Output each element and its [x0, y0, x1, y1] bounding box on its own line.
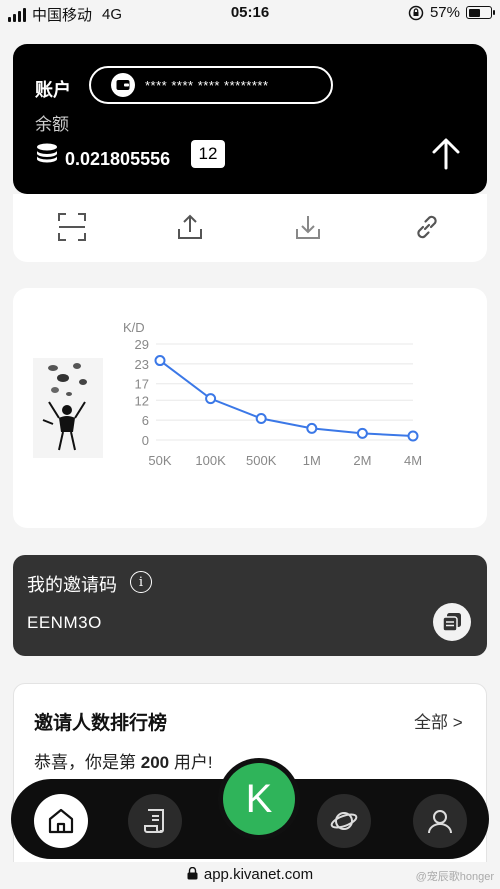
nav-home[interactable]	[34, 794, 88, 848]
balance-badge: 12	[191, 140, 225, 168]
balance-value: 0.021805556	[65, 149, 171, 169]
link-button[interactable]	[410, 210, 444, 244]
invite-title: 我的邀请码	[27, 575, 117, 595]
invite-code: EENM3O	[27, 613, 102, 632]
data-point	[255, 412, 267, 424]
y-tick-label: 0	[142, 433, 149, 448]
profile-icon	[428, 810, 452, 834]
download-icon	[296, 216, 320, 239]
y-tick-label: 23	[135, 357, 149, 372]
battery-icon	[466, 6, 495, 19]
url-text: app.kivanet.com	[203, 866, 314, 883]
wallet-icon	[111, 73, 135, 97]
rank-number: 200	[140, 753, 170, 772]
y-tick-label: 17	[135, 377, 149, 392]
actions-row	[13, 194, 487, 262]
link-icon	[417, 215, 437, 239]
scan-button[interactable]	[55, 210, 89, 244]
info-icon[interactable]: i	[130, 571, 152, 593]
nav-records[interactable]	[128, 794, 182, 848]
nav-explore[interactable]	[317, 794, 371, 848]
watermark: @宠辰歌honger	[415, 871, 494, 883]
balance-label: 余额	[35, 115, 69, 134]
scan-icon	[58, 213, 86, 241]
invite-code-card: 我的邀请码 i EENM3O	[13, 555, 487, 656]
battery-percent: 57%	[429, 4, 460, 21]
data-point	[356, 427, 368, 439]
series-line	[159, 359, 414, 438]
nav-profile[interactable]	[413, 794, 467, 848]
arrow-up-icon[interactable]	[428, 136, 464, 172]
home-icon	[48, 808, 74, 834]
receive-button[interactable]	[291, 210, 325, 244]
ranking-title: 邀请人数排行榜	[34, 713, 168, 734]
account-card: 账户 **** **** **** ******** 余额 0.02180555…	[13, 44, 487, 194]
copy-icon	[442, 613, 461, 632]
congrats-prefix: 恭喜，你是第	[34, 753, 136, 772]
lock-icon	[187, 867, 198, 880]
x-tick-label: 500K	[246, 453, 277, 468]
copy-code-button[interactable]	[433, 603, 471, 641]
account-title: 账户	[35, 80, 71, 100]
ranking-congrats: 恭喜，你是第 200 用户!	[34, 748, 213, 773]
x-tick-label: 2M	[353, 453, 371, 468]
x-tick-label: 100K	[195, 453, 226, 468]
kd-line-chart: K/D 29 23 1712 6 0 50K 100K 500K 1M 2M 4M	[123, 320, 422, 468]
y-tick-label: 29	[135, 337, 149, 352]
y-axis-label: K/D	[123, 320, 145, 335]
masked-account-number: **** **** **** ********	[145, 77, 269, 93]
k-logo: K	[223, 763, 295, 835]
upload-icon	[178, 214, 202, 239]
view-all-link[interactable]: 全部 >	[414, 708, 463, 733]
congrats-suffix: 用户!	[173, 753, 213, 772]
x-tick-label: 4M	[404, 453, 422, 468]
account-number-pill[interactable]: **** **** **** ********	[89, 66, 333, 104]
data-point	[407, 430, 419, 442]
battery-fill	[468, 8, 481, 17]
data-point	[154, 355, 166, 367]
chart-card: K/D 29 23 17 12 6 0 50K 100K 500K 1M 2M 4M	[13, 288, 487, 528]
mining-k-button[interactable]: K	[218, 758, 300, 840]
x-tick-label: 50K	[148, 453, 171, 468]
scroll-icon	[144, 809, 164, 833]
x-tick-label: 1M	[303, 453, 321, 468]
y-tick-label: 12	[135, 393, 149, 408]
planet-icon	[330, 812, 358, 830]
status-right: 57%	[408, 4, 495, 21]
send-button[interactable]	[173, 210, 207, 244]
coin-stack-icon	[37, 143, 57, 163]
status-bar: 中国移动 4G 05:16 57%	[0, 0, 500, 28]
orientation-lock-icon	[408, 5, 424, 20]
data-point	[205, 393, 217, 405]
juggling-person-illustration	[33, 358, 103, 458]
y-tick-label: 6	[142, 413, 149, 428]
data-point	[306, 422, 318, 434]
